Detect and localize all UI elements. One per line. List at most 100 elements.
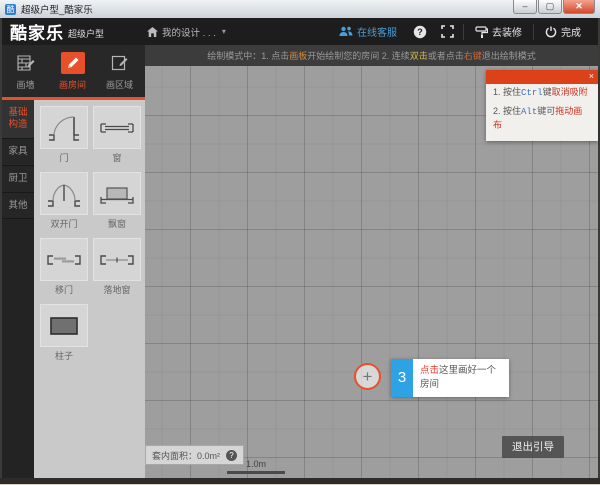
draw-area-icon: [108, 52, 132, 74]
app-icon: 酷: [5, 4, 16, 15]
component-sliding-door-label: 移门: [40, 281, 88, 297]
close-icon[interactable]: ×: [589, 71, 594, 81]
hint-keyword-rightclick: 右键: [464, 49, 482, 62]
shortcut-tip-header: ×: [486, 70, 598, 84]
drawing-mode-hint: 绘制模式中：1. 点击画板开始绘制您的房间 2. 连续双击或者点击右键退出绘制模…: [145, 45, 598, 66]
component-double-door[interactable]: 双开门: [40, 172, 88, 231]
canvas-area: 绘制模式中：1. 点击画板开始绘制您的房间 2. 连续双击或者点击右键退出绘制模…: [145, 45, 598, 478]
component-floor-window[interactable]: 落地窗: [93, 238, 141, 297]
scale-bar: [227, 471, 285, 474]
guide-step-number: 3: [391, 359, 413, 397]
fullscreen-icon: [441, 25, 454, 38]
brand-logo: 酷家乐: [10, 19, 64, 44]
online-service-label: 在线客服: [357, 24, 397, 39]
guide-step-tooltip: 3 点击这里画好一个房间: [391, 359, 509, 397]
draw-start-target[interactable]: +: [354, 363, 381, 390]
toolbar-right: 在线客服 ?: [330, 18, 590, 45]
go-decorate-button[interactable]: 去装修: [466, 24, 531, 39]
window-icon: [93, 106, 141, 149]
floor-window-icon: [93, 238, 141, 281]
people-icon: [339, 26, 353, 37]
draw-wall-icon: [14, 52, 38, 74]
sliding-door-icon: [40, 238, 88, 281]
scale-label: 1.0m: [227, 459, 285, 469]
my-design-menu[interactable]: 我的设计 . . . ▾: [147, 25, 226, 39]
app-window: 酷 超级户型_酷家乐 – ▢ ✕ 酷家乐 超级户型 我的设计 . . . ▾: [0, 0, 600, 485]
tab-draw-room[interactable]: 画房间: [49, 45, 96, 97]
tab-draw-wall-label: 画墙: [16, 78, 34, 91]
home-icon: [147, 27, 158, 37]
category-furniture[interactable]: 家具: [2, 139, 34, 166]
component-bay-window-label: 飘窗: [93, 215, 141, 231]
toolbar-separator: [533, 24, 534, 40]
hint-text: 退出绘制模式: [482, 49, 536, 62]
draw-room-icon: [61, 52, 85, 74]
paint-roller-icon: [475, 26, 488, 38]
tip-action-red: 取消吸附: [552, 87, 588, 97]
maximize-button[interactable]: ▢: [538, 0, 562, 14]
guide-step-highlight: 点击: [420, 365, 439, 376]
window-titlebar: 酷 超级户型_酷家乐 – ▢ ✕: [0, 0, 600, 18]
shortcut-tip-line2: 2. 按住Alt键可拖动画布: [486, 103, 598, 141]
scale-indicator: 1.0m: [227, 459, 285, 474]
inner-area-value: 套内面积：0.0m²: [152, 449, 220, 462]
category-list: 基础构造 家具 厨卫 其他: [2, 100, 34, 478]
tab-draw-area[interactable]: 画区域: [96, 45, 143, 97]
component-window-label: 窗: [93, 149, 141, 165]
tab-draw-wall[interactable]: 画墙: [2, 45, 49, 97]
minimize-button[interactable]: –: [513, 0, 537, 14]
hint-keyword-board: 画板: [289, 49, 307, 62]
bay-window-icon: [93, 172, 141, 215]
exit-guide-button[interactable]: 退出引导: [502, 436, 564, 458]
window-controls: – ▢ ✕: [512, 0, 595, 14]
component-pillar[interactable]: 柱子: [40, 304, 88, 363]
main-toolbar: 酷家乐 超级户型 我的设计 . . . ▾ 在线客服: [2, 18, 598, 45]
finish-label: 完成: [561, 24, 581, 39]
shortcut-tip-line1: 1. 按住Ctrl键取消吸附: [486, 84, 598, 103]
tool-tabs: 画墙 画房间: [2, 45, 145, 97]
power-icon: [545, 26, 557, 38]
component-floor-window-label: 落地窗: [93, 281, 141, 297]
tab-draw-area-label: 画区域: [106, 78, 133, 91]
component-sliding-door[interactable]: 移门: [40, 238, 88, 297]
window-title: 超级户型_酷家乐: [21, 2, 93, 16]
help-button[interactable]: ?: [406, 25, 434, 39]
my-design-label: 我的设计 . . .: [162, 25, 216, 39]
category-basic-structure[interactable]: 基础构造: [2, 100, 34, 139]
component-door-label: 门: [40, 149, 88, 165]
app-content: 酷家乐 超级户型 我的设计 . . . ▾ 在线客服: [2, 18, 598, 478]
double-door-icon: [40, 172, 88, 215]
main-area: 画墙 画房间: [2, 45, 598, 478]
component-door[interactable]: 门: [40, 106, 88, 165]
fullscreen-button[interactable]: [434, 25, 461, 38]
svg-text:?: ?: [417, 27, 423, 37]
shortcut-tip-box: × 1. 按住Ctrl键取消吸附 2. 按住Alt键可拖动画布: [486, 70, 598, 141]
category-kitchen-bath[interactable]: 厨卫: [2, 166, 34, 193]
component-grid: 门 窗: [34, 100, 145, 478]
tab-draw-room-label: 画房间: [59, 78, 86, 91]
help-icon: ?: [413, 25, 427, 39]
component-bay-window[interactable]: 飘窗: [93, 172, 141, 231]
brand-subtitle: 超级户型: [68, 27, 104, 40]
category-other[interactable]: 其他: [2, 193, 34, 220]
hint-text: 或者点击: [428, 49, 464, 62]
tip-text: 2. 按住: [493, 106, 521, 116]
online-service-button[interactable]: 在线客服: [330, 24, 406, 39]
tip-text: 键可: [537, 106, 555, 116]
left-panel: 画墙 画房间: [2, 45, 145, 478]
tip-key-ctrl: Ctrl: [521, 88, 543, 98]
close-button[interactable]: ✕: [563, 0, 595, 14]
tip-text: 1. 按住: [493, 87, 521, 97]
chevron-down-icon: ▾: [222, 27, 226, 36]
pillar-icon: [40, 304, 88, 347]
tip-key-alt: Alt: [521, 107, 537, 117]
hint-keyword-doubleclick: 双击: [410, 49, 428, 62]
component-double-door-label: 双开门: [40, 215, 88, 231]
guide-step-text: 点击这里画好一个房间: [413, 359, 509, 397]
toolbar-separator: [463, 24, 464, 40]
component-pillar-label: 柱子: [40, 347, 88, 363]
tip-text: 键: [543, 87, 552, 97]
component-window[interactable]: 窗: [93, 106, 141, 165]
finish-button[interactable]: 完成: [536, 24, 590, 39]
go-decorate-label: 去装修: [492, 24, 522, 39]
